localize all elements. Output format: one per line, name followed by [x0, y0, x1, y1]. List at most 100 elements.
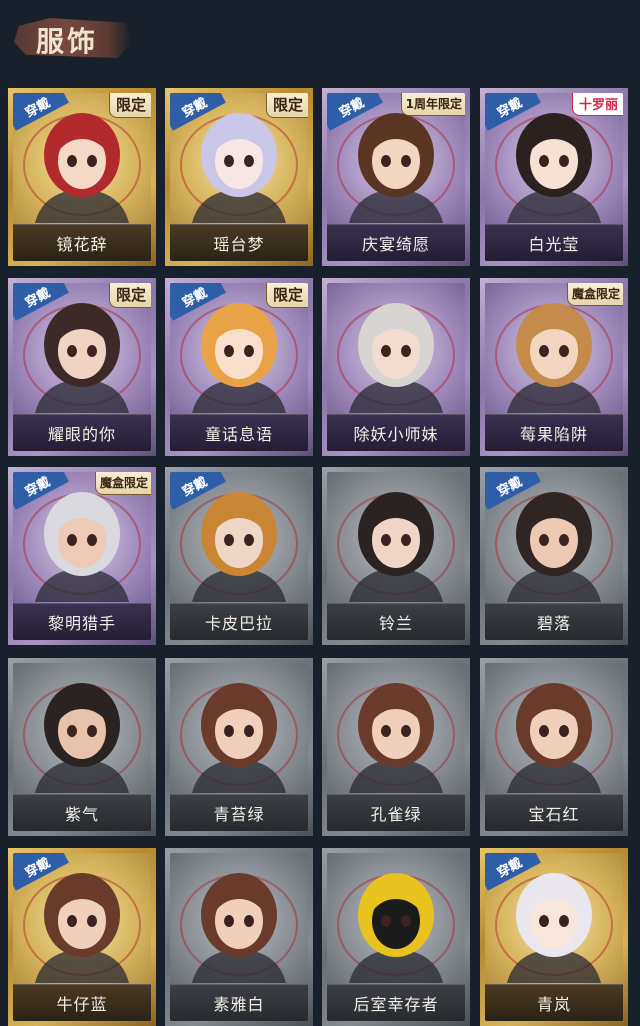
portrait-eye [539, 345, 549, 357]
costume-nameplate: 孔雀绿 [327, 794, 465, 831]
portrait-eye [224, 915, 234, 927]
portrait-eye [539, 915, 549, 927]
page-header: 服饰 [0, 0, 640, 78]
character-portrait [23, 683, 141, 793]
costume-nameplate: 庆宴绮愿 [327, 224, 465, 261]
portrait-eye [67, 155, 77, 167]
portrait-eye [559, 345, 569, 357]
card-inner: 耀眼的你 穿戴 限定 [13, 283, 151, 451]
costume-name: 瑶台梦 [213, 235, 265, 254]
card-inner: 莓果陷阱 魔盒限定 [485, 283, 623, 451]
portrait-eye [87, 345, 97, 357]
card-inner: 瑶台梦 穿戴 限定 [170, 93, 308, 261]
card-inner: 铃兰 [327, 472, 465, 640]
card-inner: 宝石红 [485, 663, 623, 831]
card-inner: 紫气 [13, 663, 151, 831]
costume-name: 素雅白 [213, 995, 265, 1014]
costume-nameplate: 牛仔蓝 [13, 984, 151, 1021]
costume-card[interactable]: 青苔绿 [165, 658, 313, 836]
character-portrait [180, 683, 298, 793]
character-portrait [180, 873, 298, 983]
portrait-eye [87, 155, 97, 167]
portrait-eye [401, 725, 411, 737]
portrait-eye [244, 534, 254, 546]
portrait-eye [539, 534, 549, 546]
character-portrait [337, 873, 455, 983]
costume-card[interactable]: 除妖小师妹 [322, 278, 470, 456]
costume-nameplate: 后室幸存者 [327, 984, 465, 1021]
portrait-eye [244, 915, 254, 927]
costume-name: 镜花辞 [56, 235, 108, 254]
card-inner: 后室幸存者 [327, 853, 465, 1021]
costume-card[interactable]: 碧落 穿戴 [480, 467, 628, 645]
portrait-eye [381, 155, 391, 167]
card-inner: 除妖小师妹 [327, 283, 465, 451]
limited-badge: 限定 [265, 283, 308, 308]
card-inner: 素雅白 [170, 853, 308, 1021]
costume-nameplate: 青苔绿 [170, 794, 308, 831]
character-portrait [495, 683, 613, 793]
costume-name: 庆宴绮愿 [361, 235, 430, 254]
limited-badge: 魔盒限定 [94, 472, 151, 495]
costume-card[interactable]: 瑶台梦 穿戴 限定 [165, 88, 313, 266]
card-inner: 青苔绿 [170, 663, 308, 831]
portrait-eye [559, 155, 569, 167]
costume-nameplate: 卡皮巴拉 [170, 603, 308, 640]
costume-card[interactable]: 青岚 穿戴 [480, 848, 628, 1026]
portrait-eye [539, 725, 549, 737]
costume-card[interactable]: 黎明猎手 穿戴 魔盒限定 [8, 467, 156, 645]
costume-name: 牛仔蓝 [56, 995, 108, 1014]
portrait-eye [244, 345, 254, 357]
portrait-eye [67, 345, 77, 357]
costume-card[interactable]: 后室幸存者 [322, 848, 470, 1026]
costume-card[interactable]: 孔雀绿 [322, 658, 470, 836]
costume-nameplate: 镜花辞 [13, 224, 151, 261]
portrait-eye [559, 725, 569, 737]
costume-card[interactable]: 镜花辞 穿戴 限定 [8, 88, 156, 266]
costume-nameplate: 白光莹 [485, 224, 623, 261]
costume-card[interactable]: 牛仔蓝 穿戴 [8, 848, 156, 1026]
costume-name: 孔雀绿 [370, 805, 422, 824]
costume-nameplate: 黎明猎手 [13, 603, 151, 640]
costume-nameplate: 铃兰 [327, 603, 465, 640]
costume-card[interactable]: 卡皮巴拉 穿戴 [165, 467, 313, 645]
costume-name: 碧落 [536, 614, 571, 633]
costume-card[interactable]: 白光莹 穿戴 十罗丽 [480, 88, 628, 266]
costume-nameplate: 碧落 [485, 603, 623, 640]
portrait-eye [401, 155, 411, 167]
costume-card[interactable]: 莓果陷阱 魔盒限定 [480, 278, 628, 456]
portrait-eye [559, 915, 569, 927]
costume-nameplate: 宝石红 [485, 794, 623, 831]
card-inner: 镜花辞 穿戴 限定 [13, 93, 151, 261]
costume-card[interactable]: 庆宴绮愿 穿戴 1周年限定 [322, 88, 470, 266]
limited-badge: 限定 [108, 283, 151, 308]
costume-card[interactable]: 素雅白 [165, 848, 313, 1026]
character-portrait [337, 683, 455, 793]
portrait-eye [224, 155, 234, 167]
portrait-eye [224, 534, 234, 546]
costume-name: 白光莹 [528, 235, 580, 254]
portrait-eye [87, 915, 97, 927]
costume-name: 铃兰 [378, 614, 413, 633]
costume-nameplate: 青岚 [485, 984, 623, 1021]
costume-name: 青岚 [536, 995, 571, 1014]
portrait-eye [401, 534, 411, 546]
costume-card[interactable]: 铃兰 [322, 467, 470, 645]
costume-card[interactable]: 紫气 [8, 658, 156, 836]
costume-nameplate: 耀眼的你 [13, 414, 151, 451]
portrait-eye [224, 725, 234, 737]
costume-nameplate: 莓果陷阱 [485, 414, 623, 451]
costume-card[interactable]: 宝石红 [480, 658, 628, 836]
limited-badge: 十罗丽 [571, 93, 623, 116]
portrait-eye [67, 915, 77, 927]
portrait-eye [87, 725, 97, 737]
limited-badge: 魔盒限定 [566, 283, 623, 306]
limited-badge: 限定 [108, 93, 151, 118]
card-inner: 孔雀绿 [327, 663, 465, 831]
costume-nameplate: 紫气 [13, 794, 151, 831]
costume-nameplate: 童话息语 [170, 414, 308, 451]
costume-name: 莓果陷阱 [519, 425, 588, 444]
portrait-eye [87, 534, 97, 546]
costume-card[interactable]: 耀眼的你 穿戴 限定 [8, 278, 156, 456]
costume-card[interactable]: 童话息语 穿戴 限定 [165, 278, 313, 456]
